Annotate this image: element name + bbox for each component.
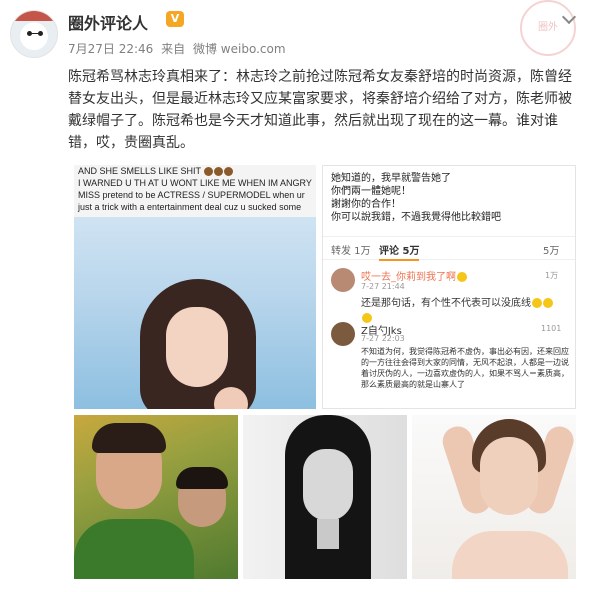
tab-comments[interactable]: 评论 5万 xyxy=(379,242,420,261)
avatar-eye-right xyxy=(38,31,43,36)
vip-badge-icon: V xyxy=(166,11,184,27)
message-line: 你可以說我錯，不過我覺得他比較錯吧 xyxy=(331,212,501,223)
comment-likes[interactable]: 1101 xyxy=(541,324,561,333)
avatar[interactable] xyxy=(10,10,58,58)
post-header: 圈外评论人 V 7月27日 22:46 来自 微博 weibo.com 圈外 xyxy=(0,0,590,70)
message-text: 她知道的，我早就警告她了 你們兩一體她呢！ 謝謝你的合作！ 你可以說我錯，不過我… xyxy=(331,172,569,224)
quote-line: I WARNED U TH AT U WONT LIKE ME WHEN IM … xyxy=(78,178,312,188)
commenter-avatar[interactable] xyxy=(331,322,355,346)
username[interactable]: 圈外评论人 xyxy=(68,10,148,34)
post-source-prefix: 来自 xyxy=(161,42,186,56)
image-bw-woman-photo[interactable] xyxy=(243,415,407,579)
quote-line: AND SHE SMELLS LIKE SHIT xyxy=(78,165,314,177)
instagram-quote-text: AND SHE SMELLS LIKE SHIT I WARNED U TH A… xyxy=(78,165,314,213)
comment-time: 7-27 21:44 xyxy=(361,282,405,291)
image-instagram-quote[interactable]: AND SHE SMELLS LIKE SHIT I WARNED U TH A… xyxy=(74,165,316,409)
comment-likes[interactable]: 1万 xyxy=(545,270,558,281)
image-woman-photo[interactable] xyxy=(412,415,576,579)
comment-time: 7-27 22:03 xyxy=(361,334,405,343)
tab-reposts[interactable]: 转发 1万 xyxy=(331,242,371,257)
commenter-avatar[interactable] xyxy=(331,268,355,292)
avatar-cap xyxy=(11,11,57,21)
post-source[interactable]: 微博 weibo.com xyxy=(193,42,286,56)
image-grid: AND SHE SMELLS LIKE SHIT I WARNED U TH A… xyxy=(74,165,576,580)
quote-line: MISS pretend to be ACTRESS / SUPERMODEL … xyxy=(78,190,305,200)
comment-tabs: 转发 1万 评论 5万 5万 xyxy=(323,236,575,261)
message-line: 謝謝你的合作！ xyxy=(331,199,401,210)
portrait-photo xyxy=(74,217,316,409)
quote-line: just a trick with a entertainment deal c… xyxy=(78,202,302,212)
message-line: 她知道的，我早就警告她了 xyxy=(331,173,451,184)
commenter-name[interactable]: 哎一去_你莉到我了啊 xyxy=(361,268,467,283)
post-date[interactable]: 7月27日 22:46 xyxy=(68,42,153,56)
image-comment-screenshot[interactable]: 她知道的，我早就警告她了 你們兩一體她呢！ 謝謝你的合作！ 你可以說我錯，不過我… xyxy=(322,165,576,409)
post-meta: 7月27日 22:46 来自 微博 weibo.com xyxy=(68,40,290,57)
message-line: 你們兩一體她呢！ xyxy=(331,186,411,197)
watermark-stamp: 圈外 xyxy=(520,0,576,56)
tab-likes[interactable]: 5万 xyxy=(543,242,559,257)
post-text: 陈冠希骂林志玲真相来了：林志玲之前抢过陈冠希女友秦舒培的时尚资源，陈曾经替女友出… xyxy=(68,69,572,151)
chevron-down-icon[interactable] xyxy=(562,12,576,26)
comment-body: 不知道为何，我觉得陈冠希不虚伪，事出必有因，还来回应的一方往往会得到大家的同情，… xyxy=(361,347,569,389)
image-man-photo[interactable] xyxy=(74,415,238,579)
